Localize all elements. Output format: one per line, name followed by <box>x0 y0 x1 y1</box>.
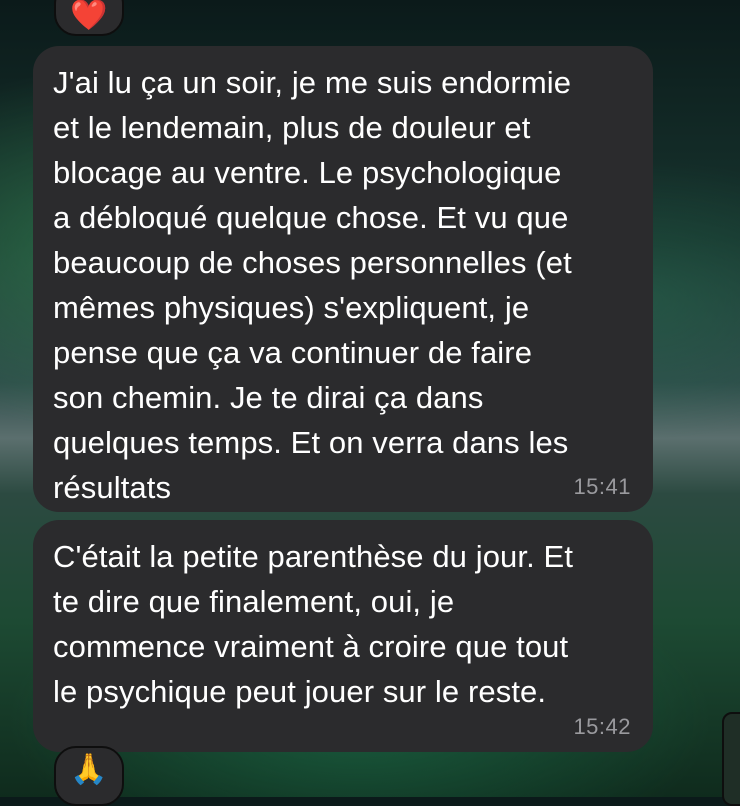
reaction-folded-hands[interactable]: 🙏 <box>54 746 124 806</box>
message-line: quelques temps. Et on verra dans les <box>53 425 569 460</box>
folded-hands-icon: 🙏 <box>70 753 108 786</box>
message-line: te dire que finalement, oui, je <box>53 584 455 619</box>
heart-icon: ❤️ <box>70 0 108 32</box>
message-line: pense que ça va continuer de faire <box>53 335 533 370</box>
message-line: son chemin. Je te dirai ça dans <box>53 380 484 415</box>
message-bubble[interactable]: J'ai lu ça un soir, je me suis endormie … <box>33 46 653 512</box>
message-timestamp: 15:42 <box>573 714 631 739</box>
message-text: C'était la petite parenthèse du jour. Et… <box>53 534 631 714</box>
message-text: J'ai lu ça un soir, je me suis endormie … <box>53 60 631 510</box>
message-bubble[interactable]: C'était la petite parenthèse du jour. Et… <box>33 520 653 752</box>
reaction-heart[interactable]: ❤️ <box>54 0 124 36</box>
message-line: mêmes physiques) s'expliquent, je <box>53 290 530 325</box>
message-line: résultats <box>53 470 172 505</box>
message-line: commence vraiment à croire que tout <box>53 629 569 664</box>
message-line: a débloqué quelque chose. Et vu que <box>53 200 569 235</box>
message-line: beaucoup de choses personnelles (et <box>53 245 572 280</box>
message-line: C'était la petite parenthèse du jour. Et <box>53 539 574 574</box>
message-line: le psychique peut jouer sur le reste. <box>53 674 547 709</box>
message-line: J'ai lu ça un soir, je me suis endormie <box>53 65 572 100</box>
side-panel-edge <box>722 712 740 806</box>
message-timestamp: 15:41 <box>573 474 631 499</box>
message-line: et le lendemain, plus de douleur et <box>53 110 531 145</box>
message-line: blocage au ventre. Le psychologique <box>53 155 562 190</box>
